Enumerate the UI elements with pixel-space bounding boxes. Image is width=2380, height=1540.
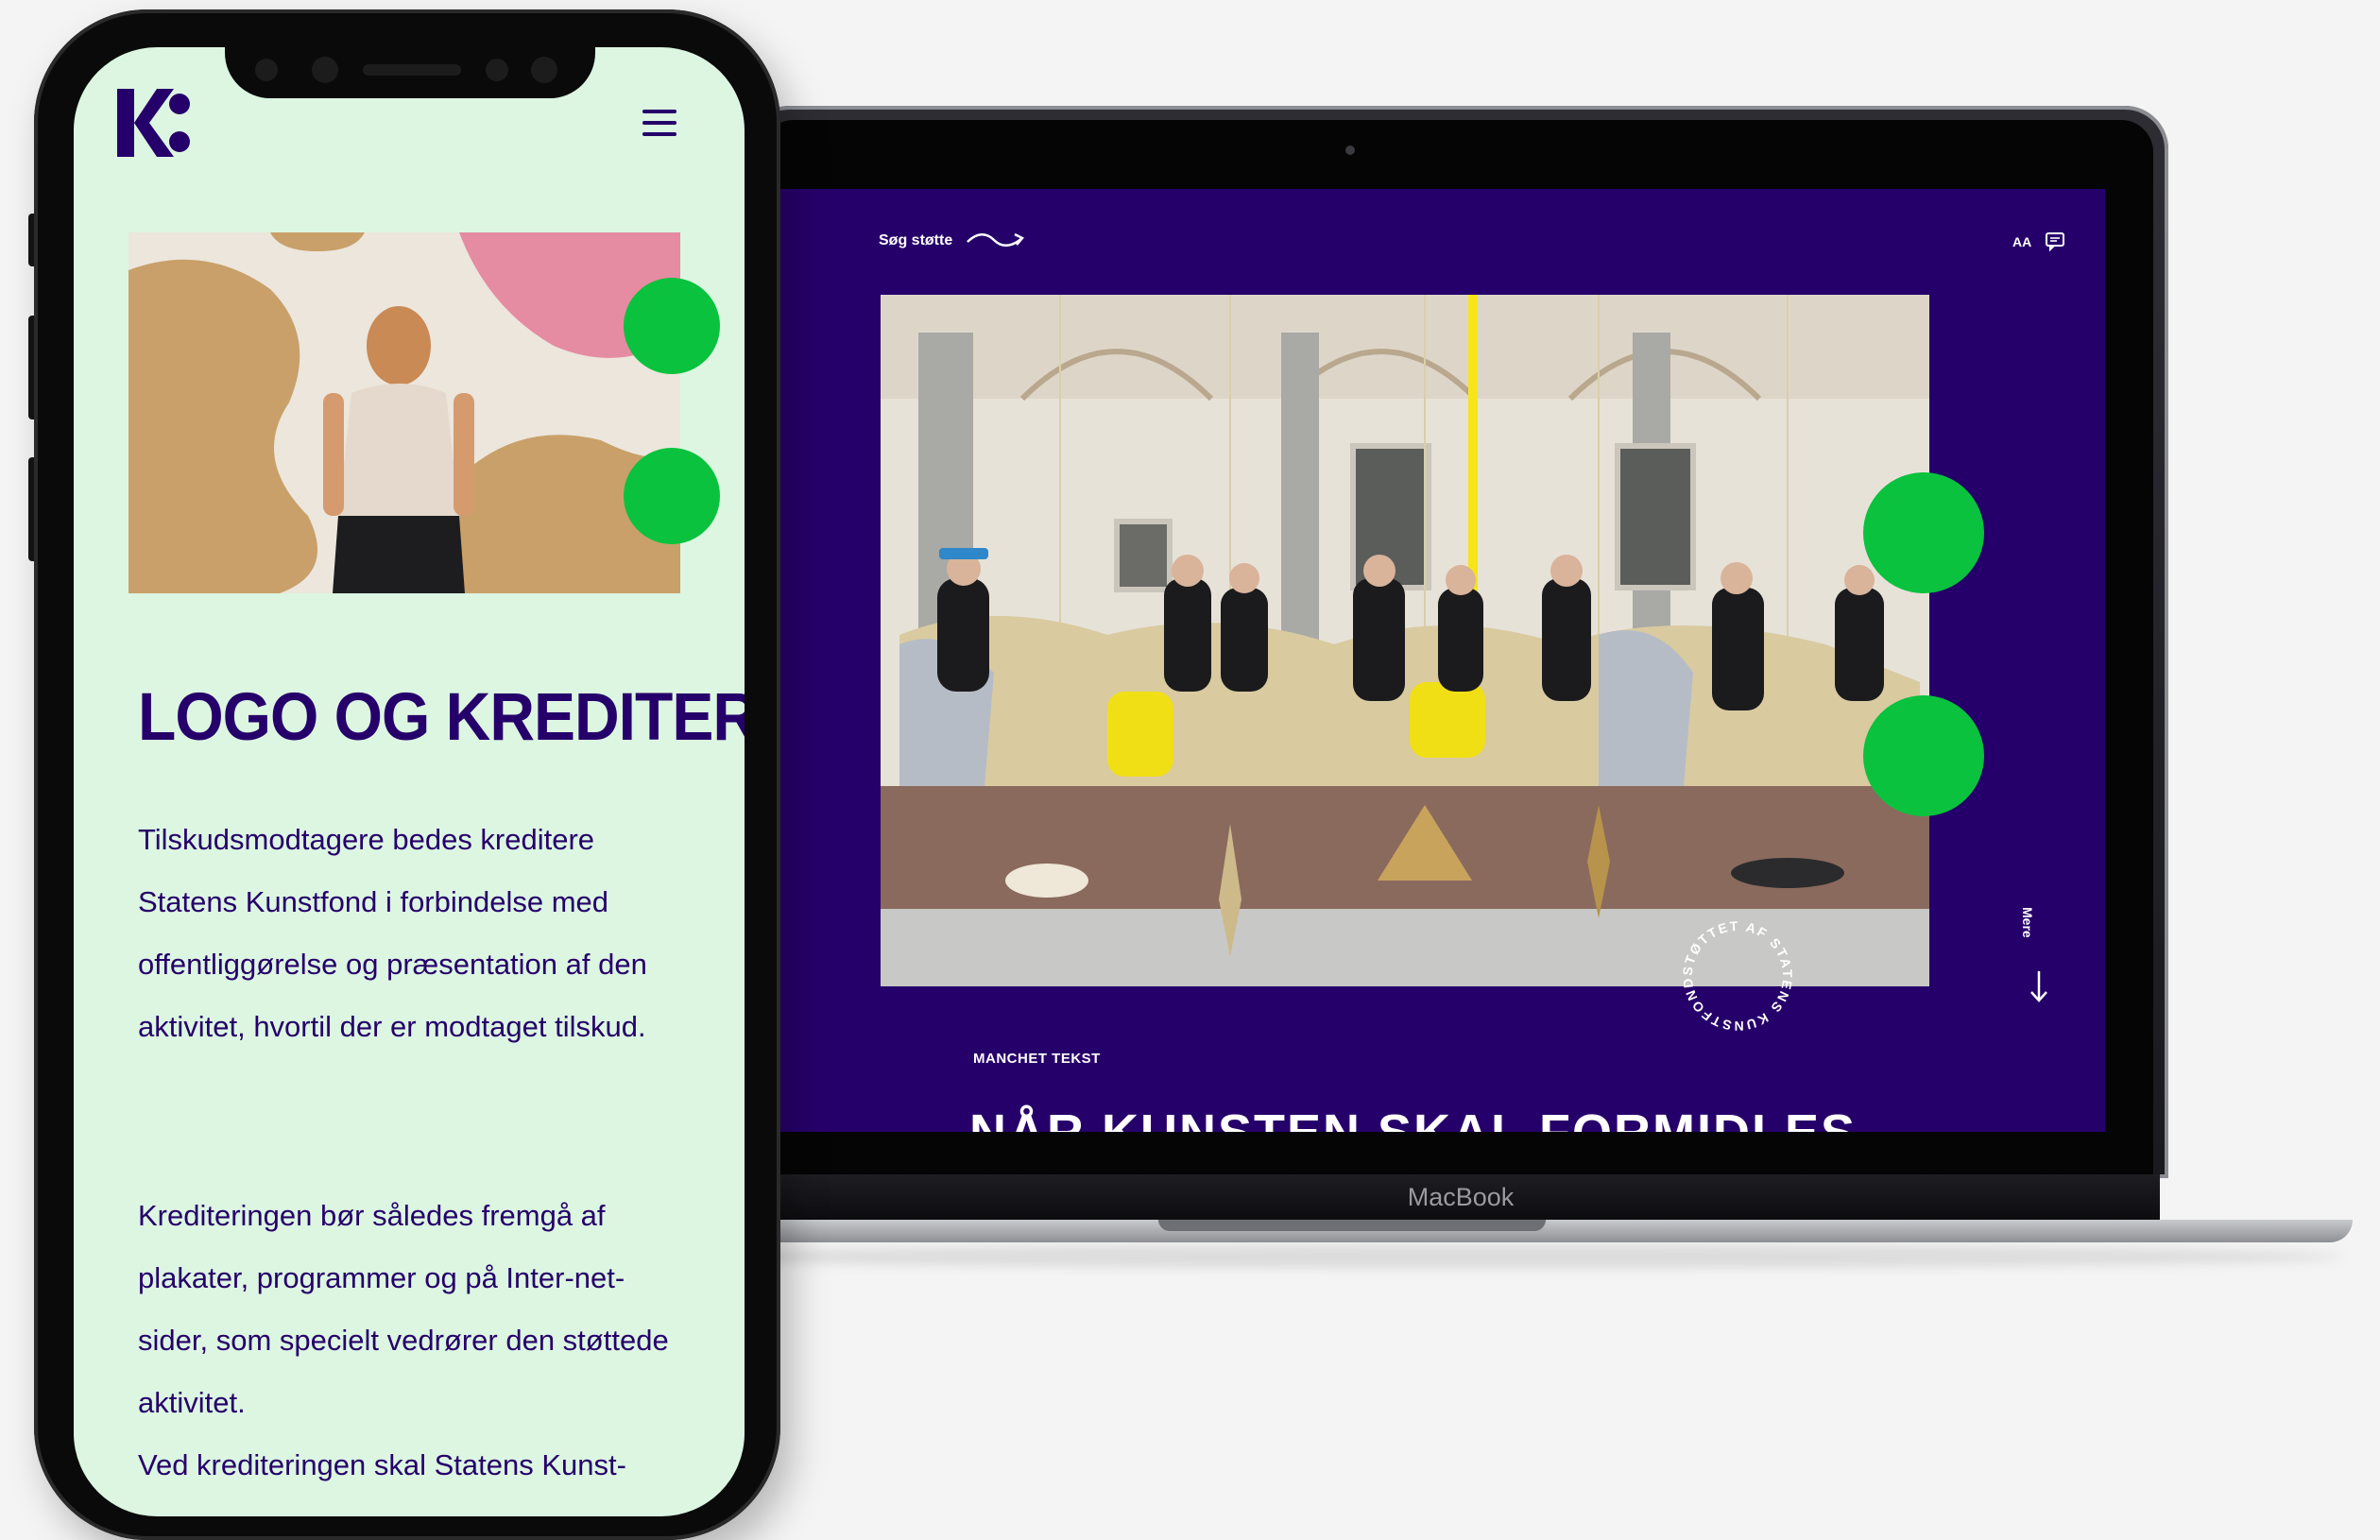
laptop-screen: Søg støtte AA STØTTET AF STATENS KUNSTFO… <box>780 189 2105 1132</box>
article-headline: NÅR KUNSTEN SKAL FORMIDLES <box>969 1104 1857 1132</box>
hero-photo-illustration <box>881 295 1929 986</box>
artwork-illustration <box>128 232 680 593</box>
laptop-shadow <box>680 1245 2343 1268</box>
front-sensor <box>312 57 338 83</box>
hero-photo <box>881 295 1929 986</box>
speaker-grille <box>363 64 461 76</box>
laptop-hinge-notch <box>1158 1220 1546 1231</box>
arrow-down-icon[interactable] <box>2028 967 2050 1005</box>
paragraph-crediting: Tilskudsmodtagere bedes kreditere Staten… <box>138 823 647 1043</box>
laptop-chin: MacBook <box>762 1174 2160 1220</box>
kunstfond-logo[interactable] <box>115 83 191 163</box>
phone-green-dot-top <box>624 278 720 374</box>
proximity-sensor <box>486 59 508 81</box>
laptop-camera <box>1345 145 1355 155</box>
svg-text:STØTTET AF STATENS KUNSTFOND: STØTTET AF STATENS KUNSTFOND <box>1680 918 1795 1034</box>
phone-green-dot-bottom <box>624 448 720 544</box>
badge-text: STØTTET AF STATENS KUNSTFOND <box>1680 918 1793 1034</box>
chat-icon[interactable] <box>2045 231 2065 251</box>
green-dot-top <box>1863 472 1984 593</box>
phone-notch <box>225 45 595 98</box>
paragraph-placement: Krediteringen bør således fremgå af plak… <box>138 1199 669 1419</box>
more-label[interactable]: Mere <box>2020 907 2035 938</box>
artwork-photo <box>128 232 680 593</box>
phone-screen: LOGO OG KREDITERING Tilskudsmodtagere be… <box>74 47 745 1516</box>
face-id-sensor <box>531 57 557 83</box>
laptop-brand-label: MacBook <box>1407 1183 1515 1211</box>
nav-link-seek-support[interactable]: Søg støtte <box>879 232 952 249</box>
paragraph-cutoff: Ved krediteringen skal Statens Kunst- <box>138 1448 626 1481</box>
squiggle-arrow-icon[interactable] <box>966 227 1026 253</box>
article-kicker: MANCHET TEKST <box>973 1051 1101 1067</box>
green-dot-bottom <box>1863 695 1984 816</box>
menu-icon[interactable] <box>642 110 676 140</box>
page-title: LOGO OG KREDITERING <box>138 678 745 754</box>
front-camera <box>255 59 278 81</box>
text-size-toggle[interactable]: AA <box>2012 234 2031 249</box>
supported-by-badge: STØTTET AF STATENS KUNSTFOND <box>1680 918 1795 1034</box>
